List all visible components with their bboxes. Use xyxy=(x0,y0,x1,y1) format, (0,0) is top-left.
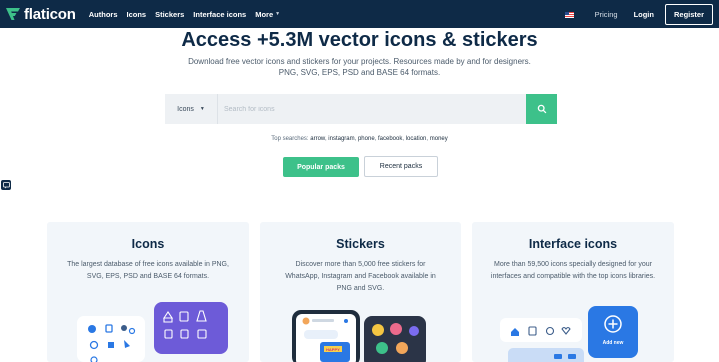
nav-authors[interactable]: Authors xyxy=(89,10,118,19)
hero-subtitle: Download free vector icons and stickers … xyxy=(0,56,719,78)
nav-stickers[interactable]: Stickers xyxy=(155,10,184,19)
icons-card-description: The largest database of free icons avail… xyxy=(67,261,229,280)
us-flag-icon[interactable] xyxy=(564,11,574,18)
account-nav: Pricing Login Register xyxy=(564,4,713,25)
interface-icons-illustration: Add new xyxy=(500,306,638,362)
nav-interface-icons[interactable]: Interface icons xyxy=(193,10,246,19)
top-nav-bar: flaticon Authors Icons Stickers Interfac… xyxy=(0,0,719,28)
top-search-term[interactable]: money xyxy=(430,136,448,142)
flaticon-logo[interactable]: flaticon xyxy=(5,6,76,23)
interface-icons-card[interactable]: Interface icons More than 59,500 icons s… xyxy=(472,222,674,362)
register-button[interactable]: Register xyxy=(664,4,713,25)
hero-subtitle-line-1: Download free vector icons and stickers … xyxy=(188,57,531,66)
pricing-link[interactable]: Pricing xyxy=(595,10,618,19)
stickers-card-title: Stickers xyxy=(336,237,385,251)
icons-card[interactable]: Icons The largest database of free icons… xyxy=(47,222,249,362)
main-nav: Authors Icons Stickers Interface icons M… xyxy=(89,10,280,19)
feedback-button[interactable] xyxy=(1,180,11,190)
top-search-term[interactable]: facebook xyxy=(378,136,402,142)
search-icon xyxy=(537,104,546,114)
stickers-card[interactable]: Stickers Discover more than 5,000 free s… xyxy=(260,222,461,362)
happy-sticker-text: HAPPY xyxy=(326,347,340,352)
hero-title: Access +5.3M vector icons & stickers xyxy=(181,29,538,51)
search-input[interactable] xyxy=(217,94,526,124)
nav-icons[interactable]: Icons xyxy=(127,10,147,19)
add-new-label: Add new xyxy=(603,340,624,346)
chevron-down-icon: ▼ xyxy=(199,106,205,112)
top-searches: Top searches: arrow, instagram, phone, f… xyxy=(271,136,448,142)
flaticon-logo-icon xyxy=(6,8,20,20)
interface-icons-card-title: Interface icons xyxy=(528,237,618,251)
top-search-term[interactable]: phone xyxy=(358,136,375,142)
top-search-term[interactable]: arrow xyxy=(310,136,325,142)
top-search-term[interactable]: instagram xyxy=(328,136,354,142)
chevron-down-icon: ▼ xyxy=(275,11,281,17)
popular-packs-button[interactable]: Popular packs xyxy=(283,157,359,177)
search-type-select[interactable]: Icons ▼ xyxy=(165,94,217,124)
top-search-term[interactable]: location xyxy=(406,136,427,142)
search-type-value: Icons xyxy=(177,105,194,113)
icons-illustration xyxy=(77,302,228,362)
chat-icon xyxy=(2,181,10,188)
nav-more-label: More xyxy=(255,9,274,19)
search-button[interactable] xyxy=(526,94,557,124)
recent-packs-button[interactable]: Recent packs xyxy=(364,156,438,177)
logo-text: flaticon xyxy=(24,5,76,23)
login-link[interactable]: Login xyxy=(634,10,654,19)
icons-card-title: Icons xyxy=(131,237,165,251)
nav-more[interactable]: More ▼ xyxy=(255,10,280,19)
hero-subtitle-line-2: PNG, SVG, EPS, PSD and BASE 64 formats. xyxy=(278,68,441,77)
stickers-card-description: Discover more than 5,000 free stickers f… xyxy=(285,261,436,292)
interface-icons-card-description: More than 59,500 icons specially designe… xyxy=(490,261,656,280)
search-bar: Icons ▼ xyxy=(165,94,557,124)
top-searches-label: Top searches: xyxy=(271,136,309,142)
